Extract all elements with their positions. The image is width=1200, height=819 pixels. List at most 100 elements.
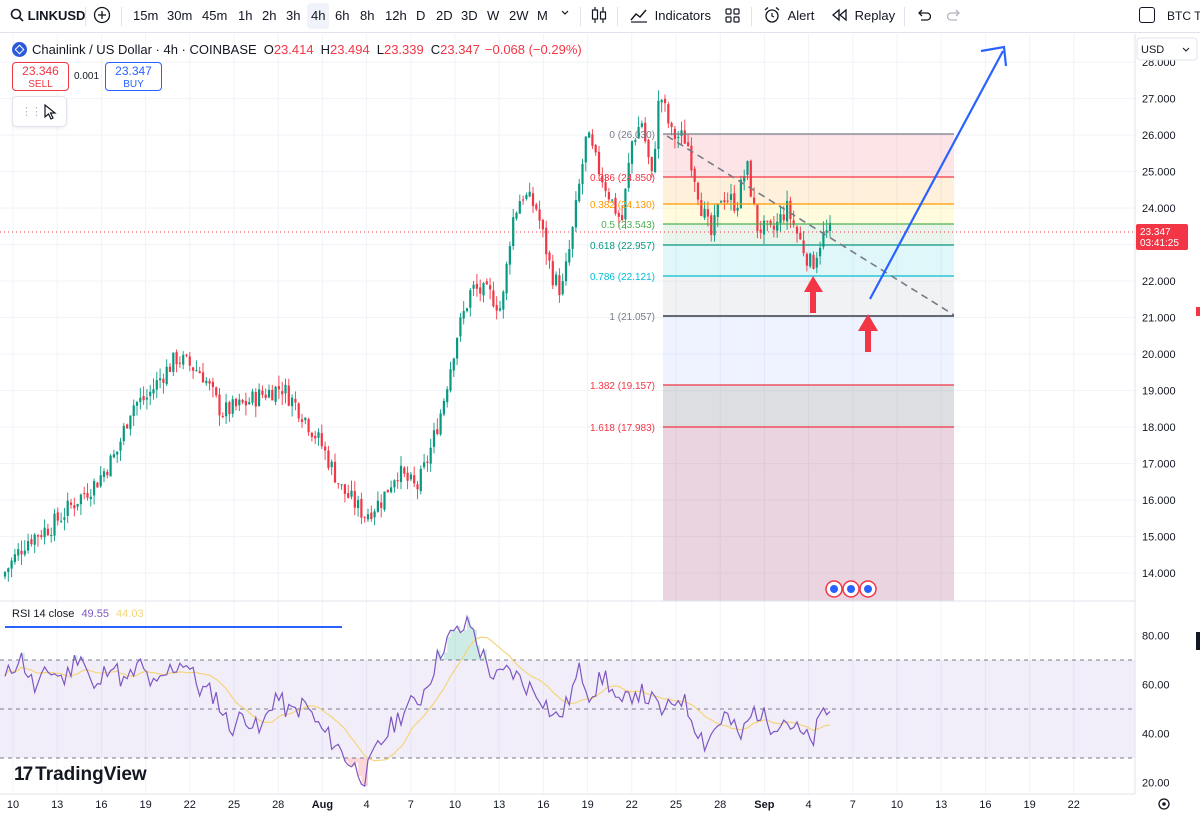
candle-body bbox=[746, 161, 749, 175]
interval-W[interactable]: W bbox=[487, 0, 499, 32]
fib-zone bbox=[663, 204, 954, 224]
candle-body bbox=[677, 137, 680, 139]
interval-3D[interactable]: 3D bbox=[461, 0, 478, 32]
close-value: 23.347 bbox=[440, 41, 480, 57]
layouts-button[interactable] bbox=[725, 0, 740, 32]
interval-dropdown-button[interactable] bbox=[560, 0, 570, 32]
price-tick-label: 22.000 bbox=[1142, 276, 1176, 288]
candle-body bbox=[459, 317, 462, 337]
buy-button[interactable]: 23.347 BUY bbox=[105, 62, 162, 91]
cursor-arrow-icon[interactable] bbox=[43, 104, 57, 120]
rsi-title: RSI 14 close bbox=[12, 608, 75, 620]
interval-15m[interactable]: 15m bbox=[133, 0, 158, 32]
candle-body bbox=[535, 204, 538, 210]
time-tick-label: 10 bbox=[891, 799, 903, 811]
rsi-legend[interactable]: RSI 14 close 49.55 44.03 bbox=[12, 608, 144, 620]
drag-handle-icon[interactable]: ⋮⋮ bbox=[21, 105, 42, 118]
candle-body bbox=[479, 287, 482, 294]
time-axis[interactable]: 10 13 16 19 22 25 28 Aug 4 7 10 13 16 19 22 25 28 Sep 4 7 10… bbox=[0, 793, 1200, 819]
fib-label: 1.382 (19.157) bbox=[590, 381, 655, 392]
candle-body bbox=[825, 230, 828, 233]
time-tick-label: 13 bbox=[935, 799, 947, 811]
candle-body bbox=[650, 156, 653, 172]
candle-body bbox=[680, 130, 683, 136]
fib-zone bbox=[663, 224, 954, 245]
sell-button[interactable]: 23.346 SELL bbox=[12, 62, 69, 91]
change-value: −0.068 (−0.29%) bbox=[484, 41, 582, 57]
alert-button[interactable]: Alert bbox=[763, 0, 814, 32]
currency-button[interactable]: USD bbox=[1136, 37, 1198, 61]
candle-body bbox=[515, 212, 518, 219]
interval-2D[interactable]: 2D bbox=[436, 0, 453, 32]
undo-button[interactable] bbox=[915, 0, 932, 32]
divider bbox=[121, 7, 122, 26]
candle-body bbox=[251, 391, 254, 403]
candle-body bbox=[116, 451, 119, 455]
time-tick-label: 4 bbox=[364, 799, 370, 811]
time-tick-label: 16 bbox=[537, 799, 549, 811]
candle-body bbox=[267, 389, 271, 398]
price-axis[interactable]: 28.00027.00026.00025.00024.00023.00022.0… bbox=[1134, 34, 1200, 794]
interval-12h[interactable]: 12h bbox=[385, 0, 407, 32]
candle-body bbox=[145, 397, 148, 400]
interval-8h[interactable]: 8h bbox=[360, 0, 374, 32]
divider bbox=[904, 7, 905, 26]
candle-body bbox=[284, 384, 287, 394]
compare-checkbox[interactable] bbox=[1139, 0, 1155, 32]
interval-1h[interactable]: 1h bbox=[238, 0, 252, 32]
candle-body bbox=[79, 494, 82, 505]
candle-body bbox=[393, 480, 396, 488]
interval-3h[interactable]: 3h bbox=[286, 0, 300, 32]
candle-body bbox=[442, 400, 445, 415]
candle-body bbox=[647, 139, 650, 158]
candle-body bbox=[657, 100, 660, 149]
candle-body bbox=[802, 240, 805, 254]
candle-body bbox=[578, 183, 581, 202]
indicators-button[interactable]: Indicators bbox=[630, 0, 711, 32]
candle-body bbox=[152, 389, 155, 394]
interval-45m[interactable]: 45m bbox=[202, 0, 227, 32]
candle-body bbox=[406, 472, 409, 481]
economic-events-icon[interactable] bbox=[825, 580, 877, 598]
interval-M[interactable]: M bbox=[537, 0, 548, 32]
indicators-icon bbox=[630, 9, 647, 23]
candle-body bbox=[244, 400, 247, 406]
candle-body bbox=[126, 424, 129, 429]
symbol-legend[interactable]: Chainlink / US Dollar · 4h · COINBASE O2… bbox=[12, 40, 582, 58]
candle-body bbox=[670, 123, 673, 128]
buy-price: 23.347 bbox=[115, 64, 152, 78]
rsi-value: 49.55 bbox=[81, 608, 109, 620]
interval-D[interactable]: D bbox=[416, 0, 425, 32]
candle-body bbox=[723, 200, 726, 203]
candle-body bbox=[225, 402, 228, 417]
interval-4h[interactable]: 4h bbox=[307, 3, 330, 29]
drawing-toolbar[interactable]: ⋮⋮ bbox=[12, 96, 67, 127]
candle-body bbox=[399, 465, 403, 482]
replay-button[interactable]: Replay bbox=[831, 0, 895, 32]
scroll-handle[interactable] bbox=[1196, 632, 1200, 650]
tradingview-logo[interactable]: 17 TradingView bbox=[14, 764, 147, 786]
symbol-search-button[interactable]: LINKUSD bbox=[10, 0, 85, 32]
candle-body bbox=[228, 402, 231, 415]
candle-body bbox=[581, 163, 584, 185]
chart-type-button[interactable] bbox=[591, 0, 607, 32]
alarm-clock-icon bbox=[764, 7, 780, 23]
candle-body bbox=[162, 378, 165, 383]
candle-body bbox=[274, 386, 277, 402]
candle-body bbox=[753, 197, 756, 204]
fib-zone bbox=[663, 177, 954, 204]
interval-2W[interactable]: 2W bbox=[509, 0, 529, 32]
candle-body bbox=[696, 183, 700, 200]
interval-6h[interactable]: 6h bbox=[335, 0, 349, 32]
interval-2h[interactable]: 2h bbox=[262, 0, 276, 32]
interval-30m[interactable]: 30m bbox=[167, 0, 192, 32]
redo-button[interactable] bbox=[946, 0, 963, 32]
candle-body bbox=[195, 370, 198, 372]
candle-body bbox=[46, 528, 49, 536]
chart-canvas[interactable]: 0 (26.030) 0.236 (24.850) 0.382 (24.130)… bbox=[0, 34, 1200, 819]
add-symbol-button[interactable] bbox=[93, 0, 111, 32]
candle-body bbox=[112, 454, 115, 458]
candle-body bbox=[337, 483, 340, 485]
candle-body bbox=[551, 261, 554, 286]
candle-body bbox=[409, 474, 412, 480]
